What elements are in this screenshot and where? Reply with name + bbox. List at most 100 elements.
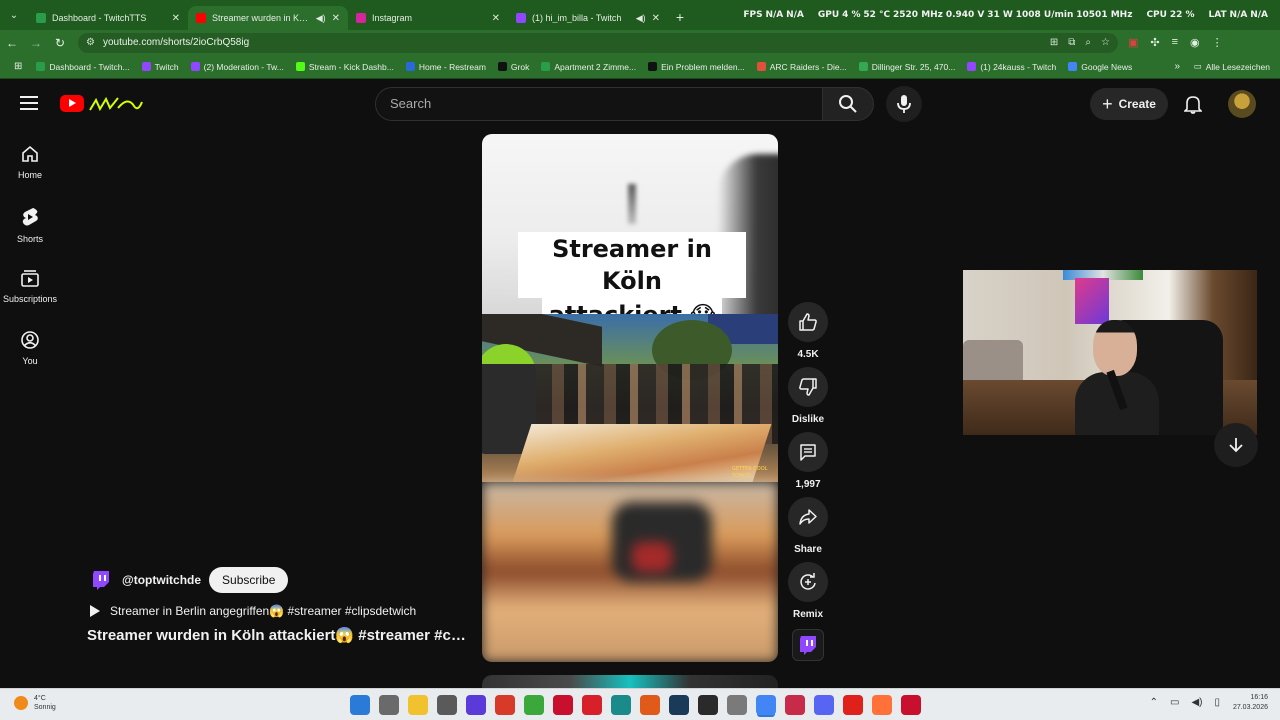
- notifications-button[interactable]: [1182, 92, 1204, 116]
- taskbar-clock[interactable]: 16:16 27.03.2026: [1233, 693, 1268, 713]
- avatar[interactable]: [1228, 90, 1256, 118]
- rail-item-home[interactable]: Home: [0, 134, 60, 196]
- puzzle-icon[interactable]: ✣: [1150, 36, 1159, 49]
- bookmark-item[interactable]: Home - Restream: [400, 62, 492, 72]
- reload-icon[interactable]: ↻: [48, 36, 72, 50]
- tab-dashboard-twitchtts[interactable]: Dashboard - TwitchTTS ✕: [28, 6, 188, 30]
- profile-icon[interactable]: ◉: [1190, 36, 1200, 49]
- weather-widget[interactable]: 4°C Sonnig: [14, 694, 56, 712]
- channel-row: @toptwitchde Subscribe: [90, 567, 289, 593]
- close-icon[interactable]: ✕: [332, 13, 340, 24]
- taskbar-app-icon[interactable]: [379, 695, 399, 715]
- close-icon[interactable]: ✕: [492, 13, 500, 24]
- taskbar-app-icon[interactable]: [785, 695, 805, 715]
- apps-grid-icon[interactable]: ⊞: [6, 61, 30, 72]
- bookmark-item[interactable]: Google News: [1062, 62, 1138, 72]
- all-bookmarks-button[interactable]: ▭ Alle Lesezeichen: [1194, 61, 1270, 72]
- logo-doodle[interactable]: [88, 94, 144, 114]
- create-button[interactable]: + Create: [1090, 88, 1168, 120]
- bookmark-favicon-icon: [858, 62, 868, 71]
- bookmark-item[interactable]: ARC Raiders - Die...: [751, 62, 853, 72]
- taskbar-app-icon[interactable]: [553, 695, 573, 715]
- short-video-player[interactable]: Streamer in Köln attackiert 😱 GETTER COO…: [482, 134, 778, 662]
- menu-icon[interactable]: [20, 96, 38, 110]
- translate-icon[interactable]: ⊞: [1050, 37, 1058, 48]
- channel-avatar[interactable]: [90, 569, 112, 591]
- tab-youtube-short[interactable]: Streamer wurden in Köln att ◀) ✕: [188, 6, 348, 30]
- taskbar-app-icon[interactable]: [524, 695, 544, 715]
- dislike-button[interactable]: Dislike: [788, 367, 828, 432]
- taskbar-app-icon[interactable]: [466, 695, 486, 715]
- tab-title: Instagram: [372, 13, 413, 23]
- bookmark-item[interactable]: (1) 24kauss - Twitch: [961, 62, 1062, 72]
- battery-icon[interactable]: ▯: [1214, 697, 1220, 708]
- taskbar-app-icon[interactable]: [582, 695, 602, 715]
- youtube-logo-icon[interactable]: [60, 95, 84, 112]
- bookmark-item[interactable]: Stream - Kick Dashb...: [290, 62, 400, 72]
- chevron-right-icon[interactable]: »: [1174, 61, 1180, 72]
- network-icon[interactable]: ▭: [1170, 697, 1179, 708]
- bookmark-item[interactable]: (2) Moderation - Tw...: [185, 62, 290, 72]
- new-tab-button[interactable]: +: [668, 9, 692, 25]
- zoom-icon[interactable]: ⌕: [1085, 37, 1091, 48]
- address-bar[interactable]: ⚙ youtube.com/shorts/2ioCrbQ58ig ⊞ ⧉ ⌕ ☆: [78, 32, 1118, 53]
- tab-twitch-hi-im-billa[interactable]: (1) hi_im_billa - Twitch ◀) ✕: [508, 6, 668, 30]
- channel-avatar-thumbnail[interactable]: [792, 629, 824, 661]
- bookmark-item[interactable]: Dashboard - Twitch...: [30, 62, 135, 72]
- channel-handle[interactable]: @toptwitchde: [122, 573, 201, 587]
- bookmark-item[interactable]: Dillinger Str. 25, 470...: [853, 62, 962, 72]
- back-arrow-icon[interactable]: ←: [0, 36, 24, 50]
- bookmark-favicon-icon: [1068, 62, 1078, 71]
- extension-icon[interactable]: ▣: [1128, 36, 1138, 49]
- speaker-icon[interactable]: ◀): [316, 13, 326, 24]
- remix-button[interactable]: Remix: [788, 562, 828, 627]
- comments-button[interactable]: 1,997: [788, 432, 828, 497]
- taskbar-app-icon[interactable]: [901, 695, 921, 715]
- taskbar-app-icon[interactable]: [814, 695, 834, 715]
- short-title[interactable]: Streamer wurden in Köln attackiert😱 #str…: [87, 626, 467, 644]
- tab-instagram[interactable]: Instagram ✕: [348, 6, 508, 30]
- search-button[interactable]: [822, 87, 874, 121]
- taskbar-app-icon[interactable]: [756, 695, 776, 715]
- windows-start-icon[interactable]: [350, 695, 370, 715]
- voice-search-button[interactable]: [886, 86, 922, 122]
- taskbar-app-icon[interactable]: [872, 695, 892, 715]
- arrow-down-icon: [1229, 438, 1243, 453]
- taskbar-app-icon[interactable]: [611, 695, 631, 715]
- taskbar-apps: [350, 695, 921, 715]
- taskbar-app-icon[interactable]: [669, 695, 689, 715]
- taskbar-app-icon[interactable]: [727, 695, 747, 715]
- rail-item-subscriptions[interactable]: Subscriptions: [0, 258, 60, 320]
- subscribe-button[interactable]: Subscribe: [209, 567, 289, 593]
- more-menu-icon[interactable]: ⋮: [1212, 36, 1223, 49]
- taskbar-app-icon[interactable]: [495, 695, 515, 715]
- taskbar-app-icon[interactable]: [843, 695, 863, 715]
- media-controls-icon[interactable]: ≡: [1172, 36, 1178, 49]
- rail-item-you[interactable]: You: [0, 320, 60, 382]
- speaker-icon[interactable]: ◀): [636, 13, 646, 24]
- share-button[interactable]: Share: [788, 497, 828, 562]
- bookmark-item[interactable]: Grok: [492, 62, 535, 72]
- taskbar-app-icon[interactable]: [437, 695, 457, 715]
- bookmark-item[interactable]: Apartment 2 Zimme...: [535, 62, 642, 72]
- rail-item-shorts[interactable]: Shorts: [0, 196, 60, 258]
- bookmark-item[interactable]: Twitch: [136, 62, 185, 72]
- chevron-up-icon[interactable]: ⌃: [1150, 697, 1158, 708]
- taskbar-app-icon[interactable]: [640, 695, 660, 715]
- close-icon[interactable]: ✕: [172, 13, 180, 24]
- playlist-link[interactable]: Streamer in Berlin angegriffen😱 #streame…: [90, 602, 416, 620]
- volume-icon[interactable]: ◀): [1191, 697, 1202, 708]
- like-button[interactable]: 4.5K: [788, 302, 828, 367]
- close-icon[interactable]: ✕: [652, 13, 660, 24]
- open-in-app-icon[interactable]: ⧉: [1068, 37, 1075, 48]
- weather-sun-icon: [14, 696, 28, 710]
- bookmark-item[interactable]: Ein Problem melden...: [642, 62, 751, 72]
- taskbar-app-icon[interactable]: [408, 695, 428, 715]
- site-info-icon[interactable]: ⚙: [86, 37, 95, 48]
- next-short-button[interactable]: [1214, 423, 1258, 467]
- search-input[interactable]: Search: [375, 87, 823, 121]
- forward-arrow-icon[interactable]: →: [24, 36, 48, 50]
- taskbar-app-icon[interactable]: [698, 695, 718, 715]
- bookmark-star-icon[interactable]: ☆: [1101, 37, 1110, 48]
- tab-search-button[interactable]: ⌄: [0, 0, 28, 30]
